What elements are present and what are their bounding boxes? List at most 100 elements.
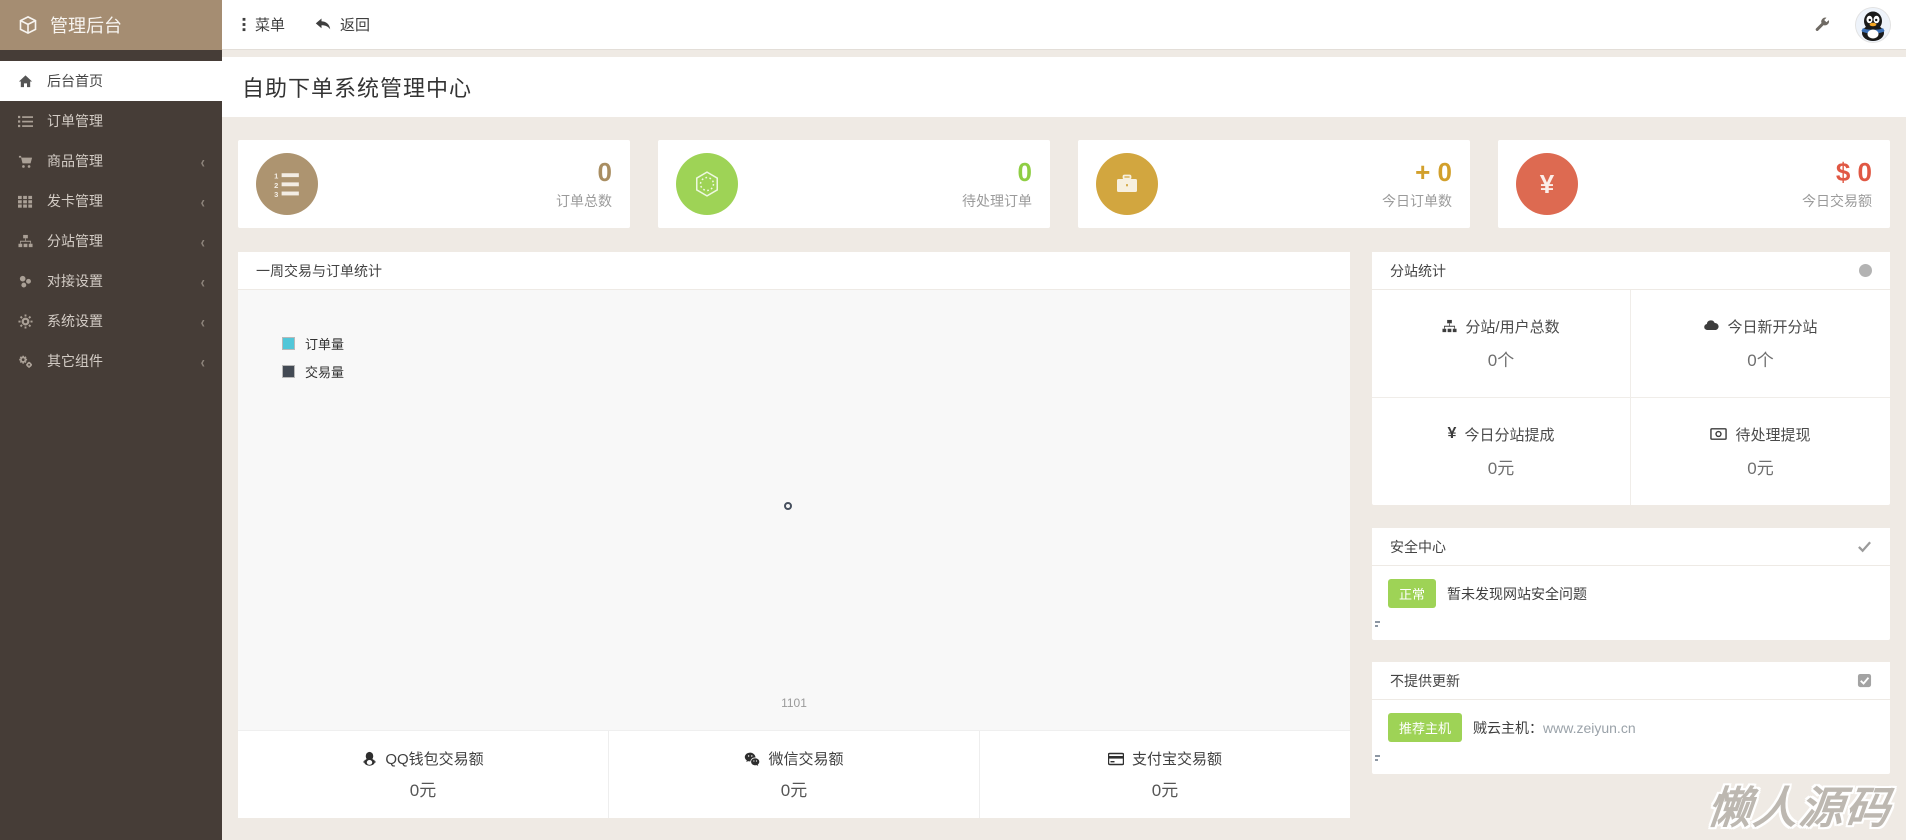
sidebar: 管理后台 后台首页 订单管理 商品管理 ‹ 发卡管理 ‹ 分站管理 ‹ 对接设置… bbox=[0, 0, 222, 840]
legend-swatch-orders bbox=[282, 337, 295, 350]
security-panel-header: 安全中心 bbox=[1372, 528, 1890, 566]
gear-icon bbox=[17, 313, 33, 329]
user-avatar[interactable] bbox=[1856, 7, 1890, 42]
mini-chart-artifact bbox=[1375, 755, 1383, 767]
stat-value: + 0 bbox=[1415, 157, 1452, 187]
substation-panel-title: 分站统计 bbox=[1390, 262, 1446, 279]
cart-icon bbox=[17, 153, 33, 169]
legend-item-trades[interactable]: 交易量 bbox=[282, 362, 344, 381]
recommended-host-badge: 推荐主机 bbox=[1388, 713, 1463, 742]
legend-label: 订单量 bbox=[305, 337, 345, 352]
sitemap-icon bbox=[17, 233, 33, 249]
stat-card-today-amount: ¥ $ 0 今日交易额 bbox=[1498, 140, 1890, 228]
chart-x-tick: 1101 bbox=[781, 696, 807, 710]
sidebar-item-home[interactable]: 后台首页 bbox=[0, 61, 222, 101]
payment-label: QQ钱包交易额 bbox=[385, 751, 484, 768]
sidebar-item-settings[interactable]: 系统设置 ‹ bbox=[0, 301, 222, 341]
security-center-panel: 安全中心 正常 暂未发现网站安全问题 bbox=[1372, 528, 1890, 640]
chevron-left-icon: ‹ bbox=[200, 351, 205, 371]
yen-icon: ¥ bbox=[1516, 153, 1578, 215]
substation-stat-value: 0元 bbox=[1487, 458, 1515, 478]
update-panel-header: 不提供更新 bbox=[1372, 662, 1890, 700]
stat-card-total-orders: 123 0 订单总数 bbox=[238, 140, 630, 228]
sidebar-item-label: 分站管理 bbox=[47, 233, 103, 249]
reply-arrow-icon bbox=[315, 18, 331, 29]
sidebar-item-cards[interactable]: 发卡管理 ‹ bbox=[0, 181, 222, 221]
substation-panel-header: 分站统计 bbox=[1372, 252, 1890, 290]
payment-stats-row: QQ钱包交易额 0元 微信交易额 0元 支付宝交易额 0元 bbox=[238, 730, 1350, 818]
yen-icon: ¥ bbox=[1447, 425, 1457, 443]
stat-value: $ 0 bbox=[1835, 157, 1872, 187]
substation-stat-value: 0个 bbox=[1747, 350, 1774, 370]
update-panel-body: 推荐主机 贼云主机： www.zeiyun.cn bbox=[1372, 700, 1890, 742]
chart-point-marker bbox=[784, 502, 792, 510]
cogs-icon bbox=[17, 353, 33, 369]
substation-stat-label: 今日分站提成 bbox=[1464, 426, 1555, 444]
sidebar-item-label: 后台首页 bbox=[47, 73, 103, 89]
chart-panel-header: 一周交易与订单统计 bbox=[238, 252, 1350, 290]
substation-stat-total: 分站/用户总数 0个 bbox=[1372, 290, 1631, 398]
security-message: 暂未发现网站安全问题 bbox=[1447, 585, 1588, 602]
circle-indicator-icon bbox=[1859, 264, 1872, 277]
sitemap-icon bbox=[1442, 319, 1457, 332]
check-square-icon[interactable] bbox=[1857, 673, 1872, 688]
substation-stat-label: 待处理提现 bbox=[1735, 426, 1811, 444]
navbar-right bbox=[1814, 7, 1890, 42]
chevron-left-icon: ‹ bbox=[200, 311, 205, 331]
svg-text:1: 1 bbox=[274, 172, 278, 181]
security-panel-title: 安全中心 bbox=[1390, 538, 1446, 555]
cube-icon bbox=[19, 15, 37, 35]
chart-legend: 订单量 交易量 bbox=[282, 334, 344, 381]
stat-value: 0 bbox=[1017, 157, 1032, 187]
back-label: 返回 bbox=[340, 17, 371, 34]
chevron-left-icon: ‹ bbox=[200, 151, 205, 171]
links-icon bbox=[17, 273, 33, 289]
back-button[interactable]: 返回 bbox=[315, 14, 370, 35]
wechat-icon bbox=[745, 752, 760, 766]
substation-stat-withdrawals: 待处理提现 0元 bbox=[1631, 398, 1890, 506]
legend-label: 交易量 bbox=[305, 365, 345, 380]
chevron-left-icon: ‹ bbox=[200, 271, 205, 291]
update-panel-title: 不提供更新 bbox=[1390, 672, 1460, 689]
substation-stat-new-today: 今日新开分站 0个 bbox=[1631, 290, 1890, 398]
sidebar-item-orders[interactable]: 订单管理 bbox=[0, 101, 222, 141]
svg-text:2: 2 bbox=[274, 181, 278, 190]
sidebar-item-label: 系统设置 bbox=[47, 313, 103, 329]
stat-label: 订单总数 bbox=[556, 193, 612, 209]
stat-label: 今日订单数 bbox=[1382, 193, 1452, 209]
page-title: 自助下单系统管理中心 bbox=[242, 76, 473, 101]
sidebar-item-components[interactable]: 其它组件 ‹ bbox=[0, 341, 222, 381]
sidebar-item-label: 订单管理 bbox=[47, 113, 103, 129]
page-header: 自助下单系统管理中心 bbox=[222, 57, 1906, 117]
brand-header[interactable]: 管理后台 bbox=[0, 0, 222, 50]
host-link[interactable]: www.zeiyun.cn bbox=[1543, 720, 1636, 736]
status-badge: 正常 bbox=[1388, 579, 1437, 608]
payment-value: 0元 bbox=[780, 781, 808, 800]
payment-label: 微信交易额 bbox=[768, 751, 844, 768]
gem-icon bbox=[676, 153, 738, 215]
menu-label: 菜单 bbox=[255, 17, 286, 34]
ordered-list-icon: 123 bbox=[256, 153, 318, 215]
menu-toggle-button[interactable]: 菜单 bbox=[242, 14, 285, 35]
sidebar-item-integration[interactable]: 对接设置 ‹ bbox=[0, 261, 222, 301]
chart-panel-title: 一周交易与订单统计 bbox=[256, 262, 382, 279]
stat-label: 今日交易额 bbox=[1802, 193, 1872, 209]
payment-value: 0元 bbox=[1151, 781, 1179, 800]
briefcase-icon bbox=[1096, 153, 1158, 215]
stat-card-today-orders: + 0 今日订单数 bbox=[1078, 140, 1470, 228]
sidebar-item-substations[interactable]: 分站管理 ‹ bbox=[0, 221, 222, 261]
substation-stat-label: 今日新开分站 bbox=[1727, 318, 1818, 336]
sidebar-item-products[interactable]: 商品管理 ‹ bbox=[0, 141, 222, 181]
payment-stat-alipay: 支付宝交易额 0元 bbox=[980, 731, 1350, 818]
stat-label: 待处理订单 bbox=[962, 193, 1032, 209]
payment-stat-wechat: 微信交易额 0元 bbox=[609, 731, 980, 818]
check-icon bbox=[1857, 539, 1872, 554]
brand-title: 管理后台 bbox=[50, 16, 122, 36]
watermark: 懒人源码 bbox=[1704, 784, 1895, 833]
wrench-icon[interactable] bbox=[1814, 17, 1830, 33]
list-icon bbox=[17, 113, 33, 129]
grid-icon bbox=[17, 193, 33, 209]
mini-chart-artifact bbox=[1375, 621, 1383, 633]
legend-item-orders[interactable]: 订单量 bbox=[282, 334, 344, 353]
chart-area: 订单量 交易量 1101 bbox=[238, 290, 1350, 730]
